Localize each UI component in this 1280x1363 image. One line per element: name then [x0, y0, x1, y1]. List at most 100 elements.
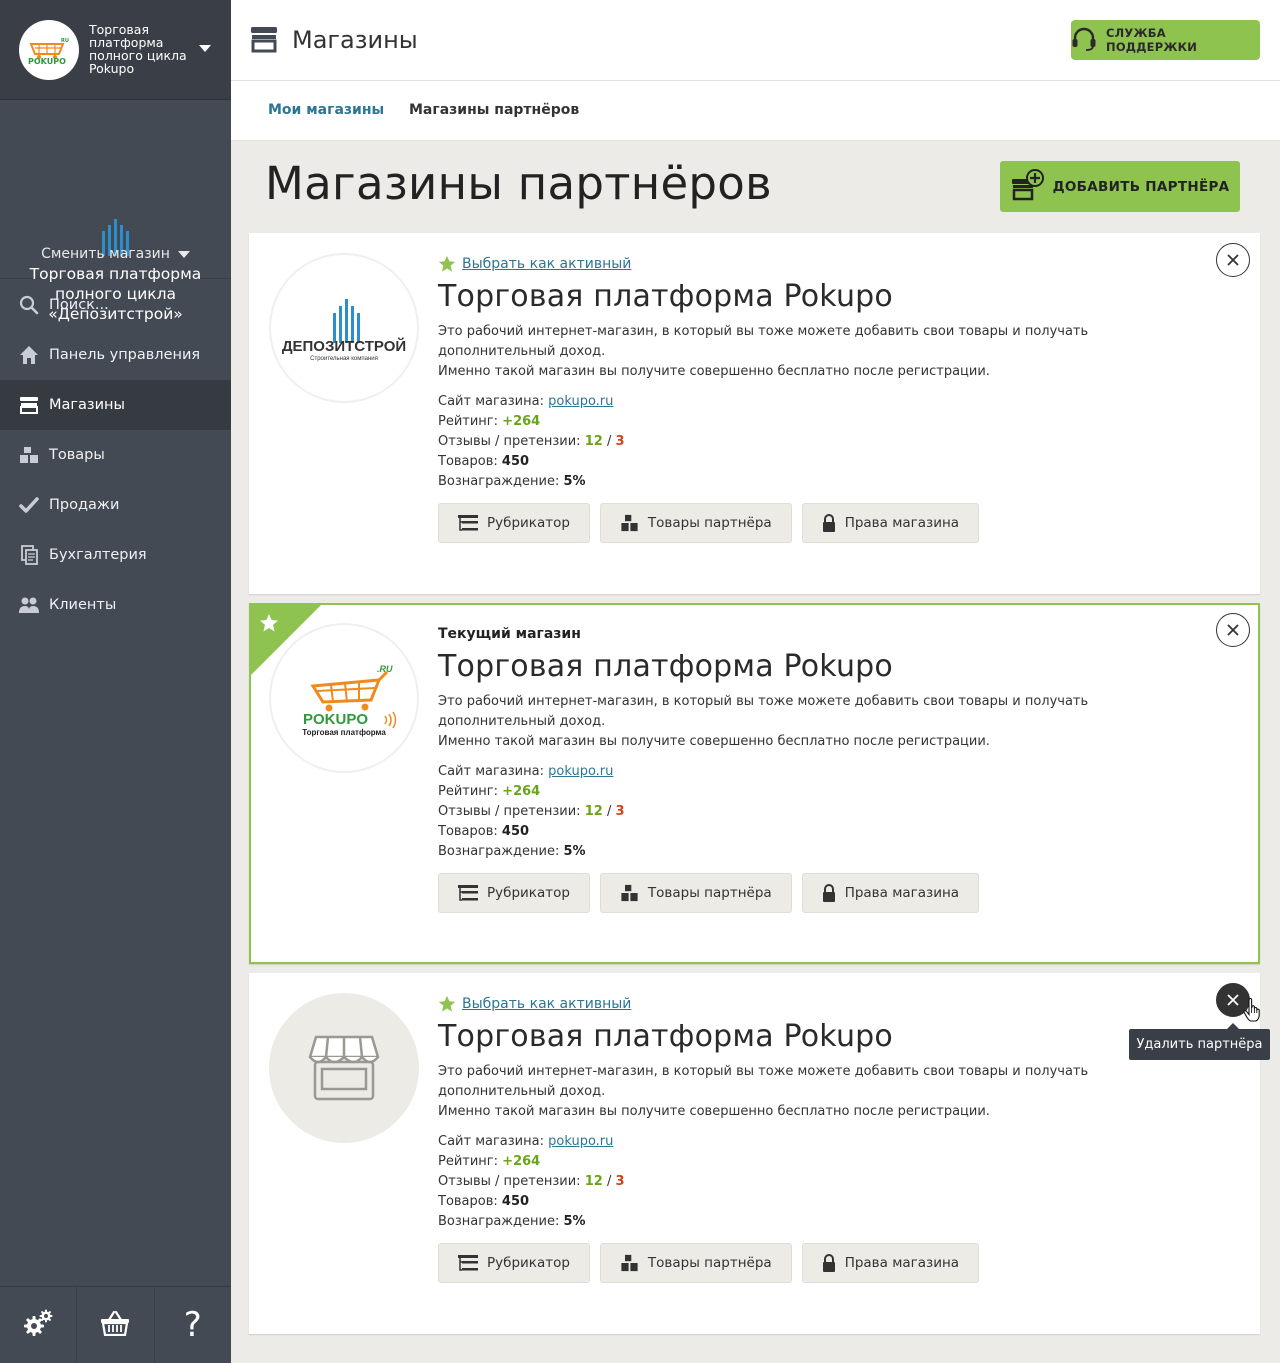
list-icon: [458, 885, 478, 901]
partner-goods-label: Товары партнёра: [647, 885, 772, 901]
store-placeholder-icon: [308, 1035, 380, 1101]
shop-description-line: Это рабочий интернет-магазин, в который …: [438, 324, 1089, 359]
sidebar: POKUPO RU Торговая платформа полного цик…: [0, 0, 231, 1363]
shop-logo-placeholder: [269, 993, 419, 1143]
add-partner-label: ДОБАВИТЬ ПАРТНЁРА: [1052, 178, 1230, 195]
reviews-value: 12: [584, 434, 603, 449]
site-link[interactable]: pokupo.ru: [548, 394, 613, 409]
help-button[interactable]: ?: [155, 1287, 231, 1363]
shop-name: Торговая платформа Pokupo: [438, 279, 893, 314]
logo-tagline-deposit: Строительная компания: [310, 356, 378, 362]
goods-label: Товаров:: [438, 1194, 498, 1209]
list-icon: [458, 1255, 478, 1271]
users-icon: [19, 595, 39, 615]
card-body: Выбрать как активный Торговая платформа …: [438, 253, 1200, 492]
logo-suffix-pokupo: .RU: [377, 664, 393, 674]
settings-button[interactable]: [0, 1287, 78, 1363]
rating-value: +264: [502, 784, 541, 799]
site-label: Сайт магазина:: [438, 1134, 544, 1149]
partner-goods-button[interactable]: Товары партнёра: [599, 873, 792, 913]
basket-icon: [100, 1310, 130, 1340]
sidebar-item-goods[interactable]: Товары: [0, 430, 231, 480]
remove-partner-button[interactable]: [1216, 243, 1250, 277]
tab-my-shops[interactable]: Мои магазины: [268, 102, 384, 118]
switch-shop-label: Сменить магазин: [41, 246, 170, 262]
reward-value: 5%: [563, 474, 586, 489]
partner-goods-label: Товары партнёра: [647, 1255, 772, 1271]
shop-description: Это рабочий интернет-магазин, в который …: [438, 322, 1200, 382]
reviews-label: Отзывы / претензии:: [438, 1174, 581, 1189]
boxes-icon: [621, 884, 638, 902]
select-active-link[interactable]: Выбрать как активный: [438, 993, 1200, 1015]
svg-text:POKUPO: POKUPO: [28, 57, 66, 66]
star-icon: [438, 995, 456, 1012]
reviews-label: Отзывы / претензии:: [438, 434, 581, 449]
store-icon: [250, 27, 278, 57]
reward-label: Вознаграждение:: [438, 844, 560, 859]
tab-partner-shops[interactable]: Магазины партнёров: [409, 102, 579, 118]
lock-icon: [822, 514, 835, 532]
partner-goods-label: Товары партнёра: [647, 515, 772, 531]
sidebar-item-shops[interactable]: Магазины: [0, 380, 231, 430]
rating-value: +264: [502, 414, 541, 429]
svg-text:RU: RU: [61, 38, 69, 44]
sidebar-shop-header[interactable]: POKUPO RU Торговая платформа полного цик…: [0, 0, 231, 100]
tabs-bar: Мои магазины Магазины партнёров: [231, 81, 1280, 141]
sidebar-item-clients[interactable]: Клиенты: [0, 580, 231, 630]
star-icon: [260, 614, 278, 632]
shop-description: Это рабочий интернет-магазин, в который …: [438, 1062, 1200, 1122]
card-actions: Рубрикатор Товары партнёра Права магазин…: [438, 873, 989, 913]
boxes-icon: [621, 1254, 638, 1272]
switch-shop-dropdown[interactable]: Сменить магазин: [0, 246, 231, 262]
card-body: Текущий магазин Торговая платформа Pokup…: [438, 623, 1198, 862]
remove-partner-button[interactable]: [1216, 613, 1250, 647]
gear-icon: [22, 1308, 54, 1342]
logo-text-pokupo: POKUPO: [303, 711, 368, 728]
sidebar-item-accounting[interactable]: Бухгалтерия: [0, 530, 231, 580]
reward-label: Вознаграждение:: [438, 474, 560, 489]
add-partner-button[interactable]: ДОБАВИТЬ ПАРТНЁРА: [1000, 161, 1240, 212]
logo-tagline-pokupo: Торговая платформа: [302, 728, 386, 737]
select-active-label: Выбрать как активный: [462, 256, 632, 272]
shop-meta: Сайт магазина: pokupo.ru Рейтинг: +264 О…: [438, 762, 1198, 862]
goods-value: 450: [501, 1194, 530, 1209]
shop-description-line: Именно такой магазин вы получите соверше…: [438, 364, 990, 379]
goods-value: 450: [501, 454, 530, 469]
reviews-separator: /: [606, 434, 612, 449]
select-active-label: Выбрать как активный: [462, 996, 632, 1012]
select-active-link[interactable]: Выбрать как активный: [438, 253, 1200, 275]
claims-value: 3: [615, 434, 625, 449]
rubricator-button[interactable]: Рубрикатор: [438, 503, 590, 543]
reviews-separator: /: [606, 804, 612, 819]
sidebar-bottom-bar: ?: [0, 1286, 231, 1363]
rubricator-button[interactable]: Рубрикатор: [438, 873, 590, 913]
shop-rights-button[interactable]: Права магазина: [801, 503, 980, 543]
rating-value: +264: [502, 1154, 541, 1169]
rubricator-label: Рубрикатор: [487, 515, 570, 531]
site-link[interactable]: pokupo.ru: [548, 1134, 613, 1149]
site-link[interactable]: pokupo.ru: [548, 764, 613, 779]
partner-goods-button[interactable]: Товары партнёра: [599, 1243, 792, 1283]
rating-label: Рейтинг:: [438, 784, 499, 799]
basket-button[interactable]: [77, 1287, 155, 1363]
logo-text-deposit: ДЕПОЗИТСТРОЙ: [282, 337, 406, 355]
rubricator-button[interactable]: Рубрикатор: [438, 1243, 590, 1283]
reward-value: 5%: [563, 1214, 586, 1229]
partner-goods-button[interactable]: Товары партнёра: [599, 503, 792, 543]
support-button[interactable]: СЛУЖБА ПОДДЕРЖКИ: [1071, 20, 1260, 60]
shop-rights-label: Права магазина: [844, 515, 960, 531]
reviews-separator: /: [606, 1174, 612, 1189]
shop-rights-label: Права магазина: [844, 885, 960, 901]
chevron-down-icon[interactable]: [199, 45, 211, 52]
shop-rights-label: Права магазина: [844, 1255, 960, 1271]
rubricator-label: Рубрикатор: [487, 885, 570, 901]
shop-rights-button[interactable]: Права магазина: [801, 873, 980, 913]
site-label: Сайт магазина:: [438, 394, 544, 409]
rating-label: Рейтинг:: [438, 414, 499, 429]
sidebar-item-dashboard[interactable]: Панель управления: [0, 330, 231, 380]
sidebar-item-search[interactable]: Поиск...: [0, 280, 231, 330]
sidebar-item-sales[interactable]: Продажи: [0, 480, 231, 530]
rating-label: Рейтинг:: [438, 1154, 499, 1169]
sidebar-nav: Поиск... Панель управления Магазины Това…: [0, 280, 231, 630]
shop-rights-button[interactable]: Права магазина: [801, 1243, 980, 1283]
